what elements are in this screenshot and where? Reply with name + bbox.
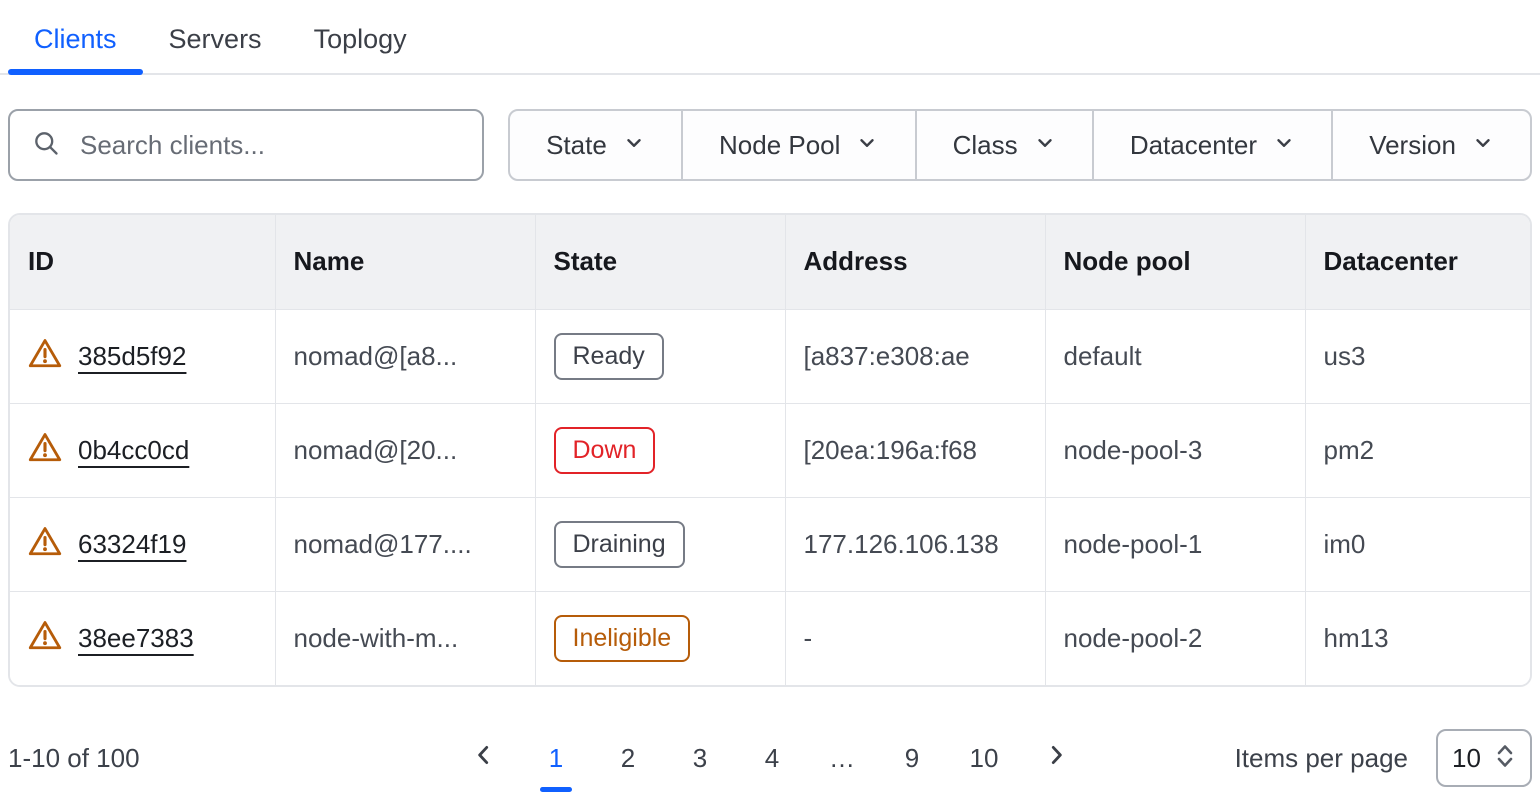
filter-state-label: State [546, 130, 607, 161]
items-per-page-value: 10 [1452, 743, 1481, 774]
tab-topology[interactable]: Toplogy [288, 14, 433, 73]
client-node-pool: default [1045, 309, 1305, 403]
client-datacenter: pm2 [1305, 403, 1530, 497]
client-address: [20ea:196a:f68 [785, 403, 1045, 497]
state-badge-label: Ready [573, 342, 645, 371]
client-id-link[interactable]: 63324f19 [78, 529, 186, 560]
tab-topology-label: Toplogy [314, 24, 407, 54]
chevron-down-icon [1273, 130, 1295, 161]
filter-class-label: Class [953, 130, 1018, 161]
client-datacenter: us3 [1305, 309, 1530, 403]
warning-icon [28, 337, 62, 376]
page-number-2[interactable]: 2 [613, 743, 643, 774]
client-name: nomad@177.... [275, 497, 535, 591]
search-clients-box [8, 109, 484, 181]
state-badge: Ready [554, 333, 664, 380]
filter-bar: State Node Pool Class Datacenter Version [508, 109, 1532, 181]
tab-bar: Clients Servers Toplogy [0, 0, 1540, 75]
items-per-page-label: Items per page [1235, 743, 1408, 774]
clients-table: ID Name State Address Node pool Datacent… [8, 213, 1532, 687]
warning-icon [28, 525, 62, 564]
search-input[interactable] [78, 129, 460, 162]
client-name: nomad@[20... [275, 403, 535, 497]
pagination-bar: 1-10 of 100 1 2 3 4 … 9 10 Items per pag… [8, 727, 1532, 789]
filter-version-label: Version [1369, 130, 1456, 161]
filter-node-pool-dropdown[interactable]: Node Pool [681, 111, 915, 179]
filter-node-pool-label: Node Pool [719, 130, 840, 161]
client-datacenter: im0 [1305, 497, 1530, 591]
tab-servers-label: Servers [169, 24, 262, 54]
table-row: 63324f19 nomad@177.... Draining 177.126.… [10, 497, 1530, 591]
table-row: 38ee7383 node-with-m... Ineligible - nod… [10, 591, 1530, 685]
column-header-id: ID [10, 215, 275, 309]
items-per-page-group: Items per page 10 [1235, 729, 1532, 787]
client-address: - [785, 591, 1045, 685]
table-row: 0b4cc0cd nomad@[20... Down [20ea:196a:f6… [10, 403, 1530, 497]
client-node-pool: node-pool-3 [1045, 403, 1305, 497]
state-badge-label: Ineligible [573, 624, 672, 653]
filter-state-dropdown[interactable]: State [510, 111, 681, 179]
column-header-address: Address [785, 215, 1045, 309]
column-header-name: Name [275, 215, 535, 309]
page-number-1[interactable]: 1 [541, 743, 571, 774]
column-header-node-pool: Node pool [1045, 215, 1305, 309]
filter-datacenter-label: Datacenter [1130, 130, 1257, 161]
items-per-page-select[interactable]: 10 [1436, 729, 1532, 787]
state-badge-label: Down [573, 436, 637, 465]
prev-page-button[interactable] [469, 742, 499, 775]
chevron-down-icon [1034, 130, 1056, 161]
client-id-link[interactable]: 0b4cc0cd [78, 435, 189, 466]
tab-clients[interactable]: Clients [8, 14, 143, 73]
filter-version-dropdown[interactable]: Version [1331, 111, 1530, 179]
chevron-down-icon [1472, 130, 1494, 161]
tab-servers[interactable]: Servers [143, 14, 288, 73]
table-row: 385d5f92 nomad@[a8... Ready [a837:e308:a… [10, 309, 1530, 403]
page-number-10[interactable]: 10 [969, 743, 999, 774]
column-header-datacenter: Datacenter [1305, 215, 1530, 309]
next-page-button[interactable] [1041, 742, 1071, 775]
client-node-pool: node-pool-2 [1045, 591, 1305, 685]
page-number-9[interactable]: 9 [897, 743, 927, 774]
client-id-link[interactable]: 38ee7383 [78, 623, 194, 654]
state-badge: Down [554, 427, 656, 474]
client-address: 177.126.106.138 [785, 497, 1045, 591]
warning-icon [28, 431, 62, 470]
chevron-down-icon [856, 130, 878, 161]
state-badge-label: Draining [573, 530, 666, 559]
client-datacenter: hm13 [1305, 591, 1530, 685]
table-header-row: ID Name State Address Node pool Datacent… [10, 215, 1530, 309]
pagination-ellipsis: … [829, 743, 855, 774]
client-node-pool: node-pool-1 [1045, 497, 1305, 591]
client-address: [a837:e308:ae [785, 309, 1045, 403]
client-name: nomad@[a8... [275, 309, 535, 403]
filter-datacenter-dropdown[interactable]: Datacenter [1092, 111, 1331, 179]
client-name: node-with-m... [275, 591, 535, 685]
pagination-range-label: 1-10 of 100 [8, 743, 140, 774]
column-header-state: State [535, 215, 785, 309]
pagination-pages: 1 2 3 4 … 9 10 [469, 742, 1071, 775]
warning-icon [28, 619, 62, 658]
page-number-4[interactable]: 4 [757, 743, 787, 774]
search-icon [32, 129, 60, 162]
caret-updown-icon [1494, 741, 1516, 776]
filter-class-dropdown[interactable]: Class [915, 111, 1092, 179]
tab-clients-label: Clients [34, 24, 117, 54]
chevron-down-icon [623, 130, 645, 161]
state-badge: Ineligible [554, 615, 691, 662]
client-id-link[interactable]: 385d5f92 [78, 341, 186, 372]
page-number-3[interactable]: 3 [685, 743, 715, 774]
toolbar: State Node Pool Class Datacenter Version [8, 109, 1532, 181]
state-badge: Draining [554, 521, 685, 568]
